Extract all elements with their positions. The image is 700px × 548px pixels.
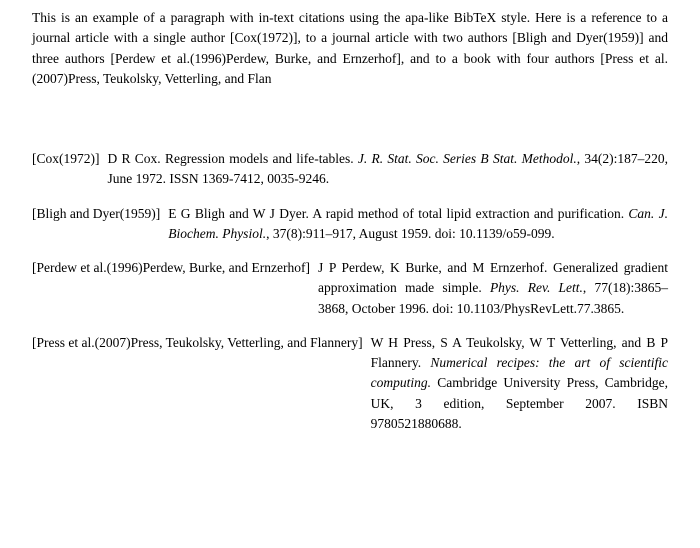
bib-entry-press: [Press et al.(2007)Press, Teukolsky, Vet…	[32, 333, 668, 434]
bib-label-press: [Press et al.(2007)Press, Teukolsky, Vet…	[32, 333, 363, 434]
paragraph-text: This is an example of a paragraph with i…	[32, 10, 668, 86]
bib-content-bligh: E G Bligh and W J Dyer. A rapid method o…	[168, 204, 668, 245]
bib-entry-cox: [Cox(1972)] D R Cox. Regression models a…	[32, 149, 668, 190]
bib-content-cox: D R Cox. Regression models and life-tabl…	[108, 149, 669, 190]
bib-content-perdew: J P Perdew, K Burke, and M Ernzerhof. Ge…	[318, 258, 668, 319]
bib-journal-cox: J. R. Stat. Soc. Series B Stat. Methodol…	[358, 151, 577, 166]
bibliography: [Cox(1972)] D R Cox. Regression models a…	[32, 149, 668, 434]
intro-paragraph: This is an example of a paragraph with i…	[32, 8, 668, 89]
page: This is an example of a paragraph with i…	[0, 0, 700, 548]
bib-entry-bligh: [Bligh and Dyer(1959)] E G Bligh and W J…	[32, 204, 668, 245]
bib-journal-bligh: Can. J. Biochem. Physiol.	[168, 206, 668, 241]
bib-label-perdew: [Perdew et al.(1996)Perdew, Burke, and E…	[32, 258, 310, 319]
bib-label-cox: [Cox(1972)]	[32, 149, 100, 190]
bib-journal-perdew: Phys. Rev. Lett.	[490, 280, 583, 295]
bib-content-press: W H Press, S A Teukolsky, W T Vetterling…	[371, 333, 668, 434]
bib-label-bligh: [Bligh and Dyer(1959)]	[32, 204, 160, 245]
bib-title-press: Numerical recipes: the art of scientific…	[371, 355, 668, 390]
bib-entry-perdew: [Perdew et al.(1996)Perdew, Burke, and E…	[32, 258, 668, 319]
